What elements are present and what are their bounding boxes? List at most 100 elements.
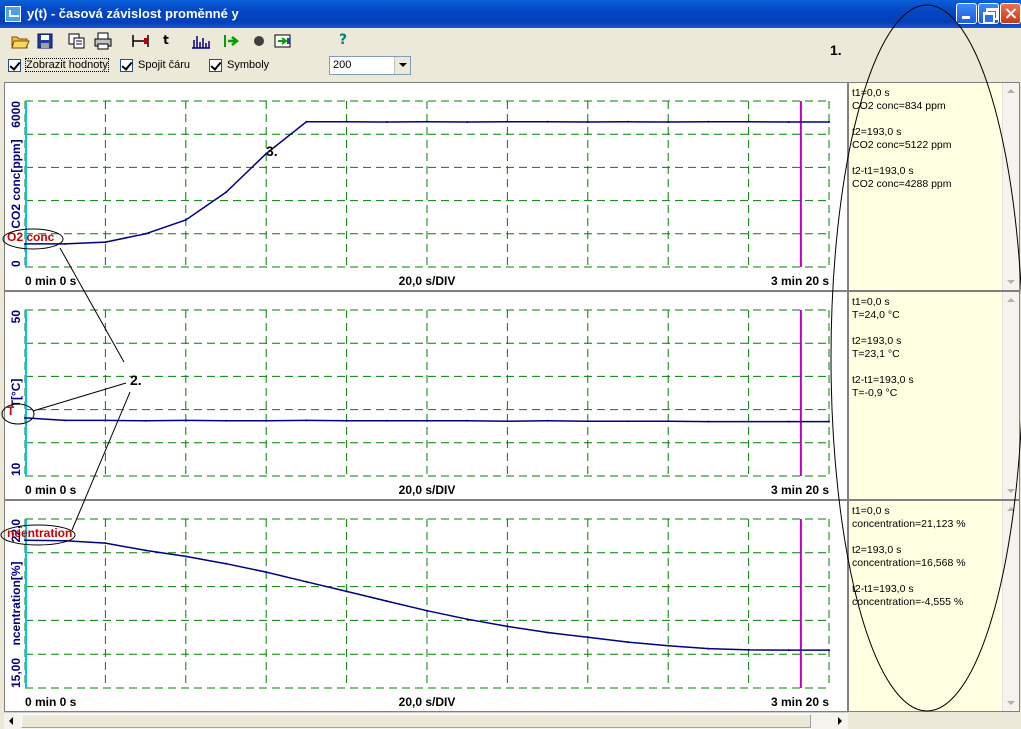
channel-label: T [7,404,15,418]
data-point [426,120,428,123]
data-point [104,419,107,422]
window-title: y(t) - časová závislost proměnné y [27,6,239,21]
scroll-down-icon[interactable] [1003,695,1019,711]
minimize-button[interactable] [956,3,977,24]
y-tick-label: 0 [9,260,23,267]
connect-line-label[interactable]: Spojit čáru [138,59,190,71]
data-point [667,121,670,124]
copy-icon[interactable] [67,32,87,50]
title-bar[interactable]: y(t) - časová závislost proměnné y [0,0,1021,28]
x-division-label: 20,0 s/DIV [399,274,456,288]
info-line [852,361,914,374]
data-point [747,420,750,423]
spectrum-icon[interactable] [191,32,211,50]
y-tick-label: 50 [9,310,23,324]
go-arrow-icon[interactable] [222,32,242,50]
symbols-checkbox[interactable] [209,59,222,72]
symbols-label[interactable]: Symboly [227,59,269,71]
info-line: t1=0,0 s [852,296,890,308]
info-line: t1=0,0 s [852,505,890,517]
data-point [305,419,308,422]
save-icon[interactable] [35,32,55,50]
info-line: CO2 conc=834 ppm [852,100,946,112]
scroll-down-icon[interactable] [1003,274,1019,290]
annotation-label-three: 3. [266,143,278,159]
info-scrollbar[interactable] [1002,292,1019,499]
info-line: t2=193,0 s [852,544,902,556]
connect-line-checkbox[interactable] [120,59,133,72]
record-dot-icon[interactable] [249,32,269,50]
close-button[interactable] [1000,3,1021,24]
help-icon[interactable]: ? [333,32,353,50]
info-line [852,570,966,583]
data-point [184,218,187,221]
info-line: T=-0,9 °C [852,387,898,399]
data-point [466,121,469,124]
data-point [586,420,589,423]
x-division-label: 20,0 s/DIV [399,483,456,497]
data-point [426,419,428,422]
chart-panel-temperature[interactable]: T[°C] 10 50 T 0 min 0 s 20,0 s/DIV 3 min 20 s [4,291,848,500]
export-icon[interactable] [273,32,293,50]
info-line [852,531,966,544]
info-line: t2-t1=193,0 s [852,374,914,386]
horizontal-scrollbar[interactable] [4,712,848,729]
data-point [787,420,790,423]
scroll-up-icon[interactable] [1003,83,1019,99]
info-line: t2-t1=193,0 s [852,165,914,177]
data-point [426,609,428,612]
data-point [144,549,147,552]
chart-panel-co2[interactable]: CO2 conc[ppm] 0 6000 O2 conc 0 min 0 s 20,0 s… [4,82,848,291]
scroll-up-icon[interactable] [1003,292,1019,308]
data-point [265,571,268,574]
data-point [506,120,509,123]
data-point [707,420,710,423]
data-point [184,555,187,558]
scroll-thumb[interactable] [21,714,811,728]
info-line [852,152,952,165]
chevron-down-icon[interactable] [394,57,410,74]
info-line: concentration=21,123 % [852,518,966,530]
data-point [225,562,227,565]
scroll-left-icon[interactable] [4,713,20,729]
time-text[interactable]: t [156,33,176,51]
scroll-down-icon[interactable] [1003,483,1019,499]
scroll-right-icon[interactable] [832,713,848,729]
info-scrollbar[interactable] [1002,501,1019,711]
x-end-label: 3 min 20 s [771,483,829,497]
data-point [385,121,388,124]
data-point [546,631,549,634]
chart-panel-concentration[interactable]: ncentration[%] 15,00 22,0 ncentration 0 min … [4,500,848,712]
show-values-checkbox[interactable] [8,59,21,72]
data-point [385,600,388,603]
x-end-label: 3 min 20 s [771,695,829,709]
info-panel-concentration: t1=0,0 s concentration=21,123 % t2=193,0… [848,500,1020,712]
info-line [852,322,914,335]
data-point [64,419,67,422]
annotation-label-two: 2. [130,372,142,388]
data-point [707,120,710,123]
cursor-marker-icon[interactable] [131,32,151,50]
open-icon[interactable] [10,32,30,50]
x-start-label: 0 min 0 s [25,483,77,497]
data-point [64,242,67,245]
data-point [787,121,790,124]
info-text-concentration: t1=0,0 s concentration=21,123 % t2=193,0… [852,505,966,609]
data-point [506,420,509,423]
restore-button[interactable] [978,3,999,24]
show-values-label[interactable]: Zobrazit hodnoty [25,58,109,72]
data-point [345,590,348,593]
data-point [828,420,830,423]
info-line: CO2 conc=4288 ppm [852,178,952,190]
annotation-label-one: 1. [830,42,842,58]
scroll-up-icon[interactable] [1003,501,1019,517]
points-select[interactable]: 200 [329,56,411,75]
y-axis-label: CO2 conc[ppm] [9,139,23,228]
info-panel-co2: t1=0,0 s CO2 conc=834 ppm t2=193,0 s CO2… [848,82,1020,291]
info-scrollbar[interactable] [1002,83,1019,290]
print-icon[interactable] [93,32,113,50]
info-text-temperature: t1=0,0 s T=24,0 °C t2=193,0 s T=23,1 °C … [852,296,914,400]
points-select-value: 200 [333,59,352,71]
data-point [586,121,589,124]
data-point [707,647,710,650]
